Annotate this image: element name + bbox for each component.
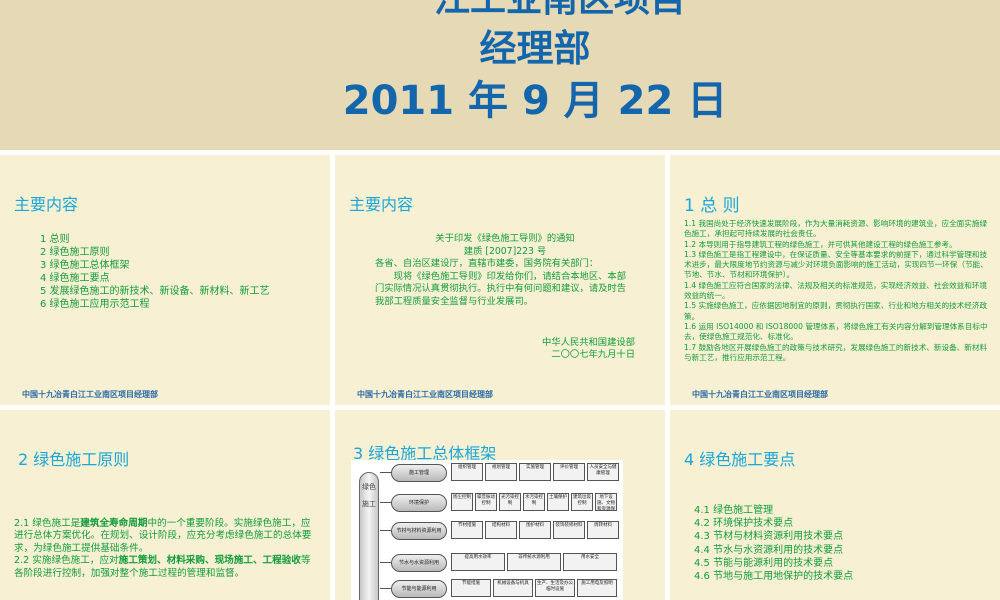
diagram-box: 评价管理 bbox=[553, 463, 585, 481]
diagram-box: 围护材料 bbox=[519, 521, 551, 539]
diagram-node: 节材与材料资源利用 bbox=[391, 522, 447, 540]
slide-footer: 中国十九冶青白江工业南区项目经理部 bbox=[357, 390, 493, 399]
list-item: 4.4 节水与水资源利用的技术要点 bbox=[694, 544, 844, 556]
diagram-box: 光污染控制 bbox=[499, 493, 521, 511]
diagram-box: 机械设备与机具 bbox=[493, 579, 533, 597]
diagram-box: 用水安全 bbox=[563, 553, 617, 571]
diagram-box: 节能措施 bbox=[451, 579, 491, 597]
diagram-box: 实施管理 bbox=[519, 463, 551, 481]
text-run: 2.2 实施绿色施工，应对 bbox=[14, 555, 119, 567]
slide-thumbnail-framework[interactable]: 3 绿色施工总体框架 绿色施工 施工管理 组织管理 规划管理 实施管理 评价管理 人员安全… bbox=[335, 410, 665, 600]
diagram-box: 规划管理 bbox=[485, 463, 517, 481]
paragraph: 1.7 鼓励各地区开展绿色施工的政策与技术研究，发展绿色施工的新技术、新设备、新… bbox=[684, 342, 988, 362]
list-item: 1 总则 bbox=[40, 234, 70, 245]
slide-title: 1 总 则 bbox=[684, 196, 740, 216]
diagram-box: 土壤保护 bbox=[547, 493, 569, 511]
diagram-node: 环境保护 bbox=[391, 494, 447, 512]
paragraph: 1.6 运用 ISO14000 和 ISO18000 管理体系，将绿色施工有关内… bbox=[684, 321, 988, 342]
key-points-list: 4.1 绿色施工管理 4.2 环境保护技术要点 4.3 节材与材料资源利用技术要… bbox=[694, 504, 853, 583]
diagram-connector bbox=[380, 530, 391, 531]
diagram-connector bbox=[380, 588, 391, 589]
diagram-box: 人员安全与健康管理 bbox=[587, 463, 619, 481]
diagram-box: 扬尘控制 bbox=[451, 493, 473, 511]
slide-footer: 中国十九冶青白江工业南区项目经理部 bbox=[22, 390, 158, 399]
diagram-box: 建筑垃圾控制 bbox=[571, 493, 593, 511]
paragraph: 1.3 绿色施工是指工程建设中，在保证质量、安全等基本要求的前提下，通过科学管理… bbox=[684, 249, 988, 280]
list-item: 5 发展绿色施工的新技术、新设备、新材料、新工艺 bbox=[40, 286, 270, 297]
diagram-box: 节材措施 bbox=[451, 521, 483, 539]
notice-date: 二〇〇七年九月十日 bbox=[551, 349, 635, 361]
diagram-node: 施工管理 bbox=[391, 464, 447, 482]
diagram-box: 地下设施、文物和资源保护 bbox=[595, 493, 617, 511]
slide-thumbnail-contents[interactable]: 主要内容 1 总则 2 绿色施工原则 3 绿色施工总体框架 4 绿色施工要点 5… bbox=[0, 155, 330, 405]
list-item: 4.6 节地与施工用地保护的技术要点 bbox=[694, 571, 854, 583]
title-slide-banner: 江工业南区项目 经理部 2011 年 9 月 22 日 bbox=[0, 0, 1000, 150]
list-item: 4.2 环境保护技术要点 bbox=[694, 518, 794, 530]
diagram-box: 非传统水源利用 bbox=[507, 553, 561, 571]
slide-thumbnail-notice[interactable]: 主要内容 关于印发《绿色施工导则》的通知 建质 [2007]223 号 各省、自… bbox=[335, 155, 665, 405]
slide-title: 主要内容 bbox=[14, 195, 79, 214]
paragraph: 1.4 绿色施工应符合国家的法律、法规及相关的标准规范，实现经济效益、社会效益和… bbox=[684, 280, 988, 301]
list-item: 4 绿色施工要点 bbox=[40, 273, 110, 284]
diagram-root: 绿色施工 bbox=[359, 472, 379, 600]
diagram-box: 生产、生活及办公临时设施 bbox=[535, 579, 575, 597]
notice-signer: 中华人民共和国建设部 bbox=[542, 336, 635, 348]
notice-addressee: 各省、自治区建设厅，直辖市建委，国务院有关部门： bbox=[375, 258, 599, 270]
list-item: 2 绿色施工原则 bbox=[40, 247, 110, 258]
diagram-box: 装饰装修材料 bbox=[553, 521, 585, 539]
diagram-box: 噪音振动控制 bbox=[475, 493, 497, 511]
diagram-box: 施工用电及照明 bbox=[577, 579, 617, 597]
diagram-box: 结构材料 bbox=[485, 521, 517, 539]
general-provisions: 1.1 我国尚处于经济快速发展阶段，作为大量消耗资源、影响环境的建筑业，应全面实… bbox=[684, 219, 989, 363]
list-item: 4.3 节材与材料资源利用技术要点 bbox=[694, 531, 844, 543]
contents-list: 1 总则 2 绿色施工原则 3 绿色施工总体框架 4 绿色施工要点 5 发展绿色… bbox=[40, 233, 270, 311]
paragraph: 1.1 我国尚处于经济快速发展阶段，作为大量消耗资源、影响环境的建筑业，应全面实… bbox=[684, 219, 988, 239]
paragraph: 1.5 实施绿色施工，应依据因地制宜的原则，贯彻执行国家、行业和地方相关的技术经… bbox=[684, 301, 988, 321]
framework-diagram: 绿色施工 施工管理 组织管理 规划管理 实施管理 评价管理 人员安全与健康管理环境保护 扬尘… bbox=[351, 460, 623, 600]
banner-line-2: 经理部 bbox=[479, 27, 591, 70]
notice-text: 现将《绿色施工导则》印发给你们，请结合本地区、本部门实际情况认真贯彻执行。执行中… bbox=[375, 270, 627, 307]
list-item: 3 绿色施工总体框架 bbox=[40, 260, 130, 271]
emphasis-text: 施工策划、材料采购、现场施工、工程验收 bbox=[118, 555, 301, 567]
banner-date: 2011 年 9 月 22 日 bbox=[342, 78, 728, 124]
paragraph: 1.2 本导则用于指导建筑工程的绿色施工，并可供其他建设工程的绿色施工参考。 bbox=[684, 239, 957, 249]
notice-heading: 关于印发《绿色施工导则》的通知 bbox=[435, 233, 575, 244]
diagram-node: 节能与能源利用 bbox=[391, 580, 447, 598]
diagram-connector bbox=[380, 472, 391, 473]
slide-title: 主要内容 bbox=[349, 195, 414, 214]
notice-doc-number: 建质 [2007]223 号 bbox=[463, 245, 547, 257]
diagram-box: 水污染控制 bbox=[523, 493, 545, 511]
slide-title: 2 绿色施工原则 bbox=[18, 450, 130, 469]
list-item: 4.5 节能与能源利用的技术要点 bbox=[694, 557, 834, 569]
diagram-box: 组织管理 bbox=[451, 463, 483, 481]
slide-thumbnail-key-points[interactable]: 4 绿色施工要点 4.1 绿色施工管理 4.2 环境保护技术要点 4.3 节材与… bbox=[670, 410, 1000, 600]
slide-title: 4 绿色施工要点 bbox=[684, 450, 796, 469]
diagram-node: 节水与水资源利用 bbox=[391, 554, 447, 572]
diagram-box: 提高用水效率 bbox=[451, 553, 505, 571]
notice-body: 关于印发《绿色施工导则》的通知 建质 [2007]223 号 各省、自治区建设厅… bbox=[375, 233, 635, 362]
diagram-box: 周转材料 bbox=[587, 521, 619, 539]
diagram-connector bbox=[380, 562, 391, 563]
diagram-connector bbox=[380, 502, 391, 503]
text-run: 2.1 绿色施工是 bbox=[14, 518, 81, 529]
list-item: 4.1 绿色施工管理 bbox=[694, 505, 774, 516]
slide-footer: 中国十九冶青白江工业南区项目经理部 bbox=[692, 390, 828, 399]
principles-text: 2.1 绿色施工是建筑全寿命周期中的一个重要阶段。实施绿色施工，应进行总体方案优… bbox=[14, 518, 314, 580]
slide-thumbnail-principles[interactable]: 2 绿色施工原则 2.1 绿色施工是建筑全寿命周期中的一个重要阶段。实施绿色施工… bbox=[0, 410, 330, 600]
emphasis-text: 建筑全寿命周期 bbox=[80, 518, 148, 529]
list-item: 6 绿色施工应用示范工程 bbox=[40, 299, 150, 310]
slide-thumbnail-general[interactable]: 1 总 则 1.1 我国尚处于经济快速发展阶段，作为大量消耗资源、影响环境的建筑… bbox=[670, 155, 1000, 405]
